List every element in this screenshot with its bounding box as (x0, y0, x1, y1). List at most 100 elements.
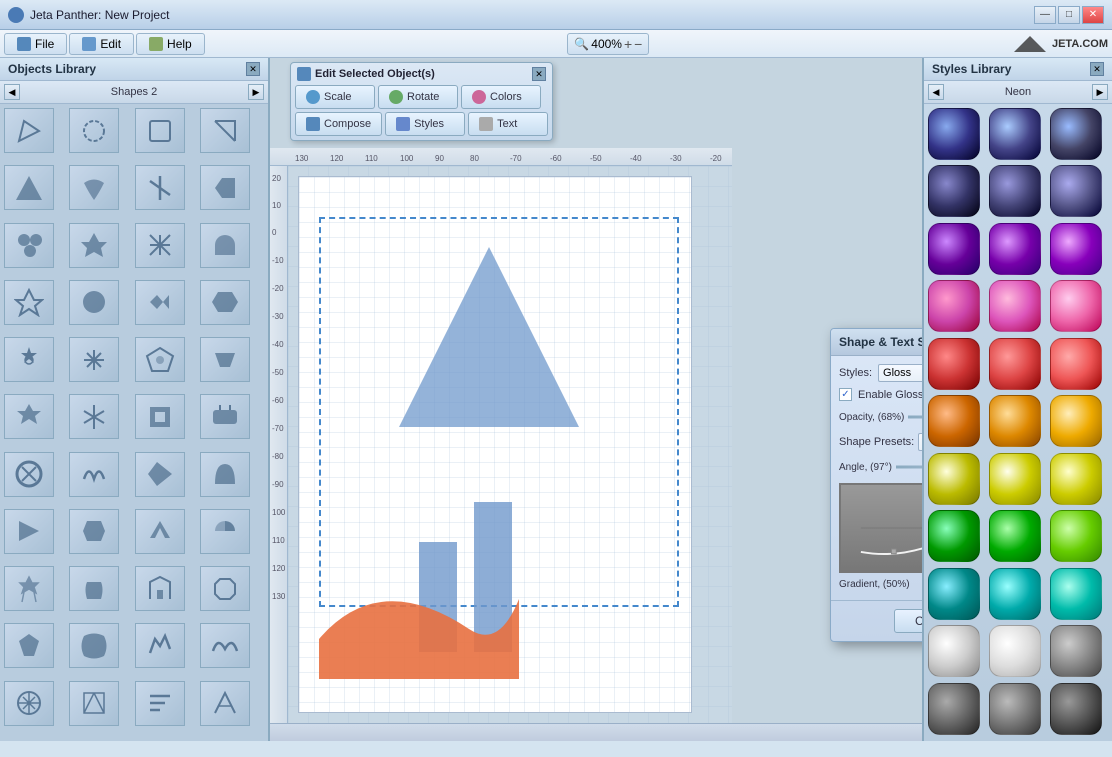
close-button[interactable]: Close (894, 609, 922, 633)
style-darkgray-2[interactable] (989, 683, 1041, 735)
shape-item[interactable] (135, 165, 185, 210)
zoom-minus-button[interactable]: − (634, 36, 642, 52)
style-blue-1[interactable] (928, 108, 980, 160)
shape-item[interactable] (135, 337, 185, 382)
shape-item[interactable] (200, 566, 250, 611)
style-purple-3[interactable] (1050, 223, 1102, 275)
rotate-button[interactable]: Rotate (378, 85, 458, 109)
shape-item[interactable] (135, 566, 185, 611)
objects-library-close-button[interactable]: ✕ (246, 62, 260, 76)
style-darkgray-1[interactable] (928, 683, 980, 735)
style-orange-2[interactable] (989, 395, 1041, 447)
style-orange-1[interactable] (928, 395, 980, 447)
style-red-3[interactable] (1050, 338, 1102, 390)
style-pink-2[interactable] (989, 280, 1041, 332)
shape-item[interactable] (135, 509, 185, 554)
shape-item[interactable] (135, 681, 185, 726)
styles-button[interactable]: Styles (385, 112, 465, 136)
enable-gloss-checkbox[interactable]: ✓ (839, 388, 852, 401)
style-purple-1[interactable] (928, 223, 980, 275)
shape-item[interactable] (69, 623, 119, 668)
shape-item[interactable] (4, 452, 54, 497)
scale-button[interactable]: Scale (295, 85, 375, 109)
shape-item[interactable] (200, 280, 250, 325)
shape-item[interactable] (4, 223, 54, 268)
shape-item[interactable] (135, 280, 185, 325)
style-dark[interactable] (1050, 683, 1102, 735)
maximize-button[interactable]: □ (1058, 6, 1080, 24)
style-green-3[interactable] (1050, 510, 1102, 562)
shape-item[interactable] (135, 223, 185, 268)
shape-item[interactable] (200, 623, 250, 668)
styles-library-prev-button[interactable]: ◀ (928, 84, 944, 100)
style-cyan-2[interactable] (989, 568, 1041, 620)
style-purple-2[interactable] (989, 223, 1041, 275)
objects-library-next-button[interactable]: ▶ (248, 84, 264, 100)
colors-button[interactable]: Colors (461, 85, 541, 109)
presets-select[interactable]: Custom (918, 433, 922, 451)
style-blue-2[interactable] (989, 108, 1041, 160)
angle-slider[interactable] (896, 457, 922, 477)
shape-item[interactable] (200, 681, 250, 726)
shape-item[interactable] (135, 394, 185, 439)
menu-help[interactable]: Help (136, 33, 205, 55)
shape-item[interactable] (69, 452, 119, 497)
style-darkblue-2[interactable] (989, 165, 1041, 217)
shape-item[interactable] (135, 452, 185, 497)
style-cyan-1[interactable] (928, 568, 980, 620)
style-red-1[interactable] (928, 338, 980, 390)
style-gray[interactable] (1050, 625, 1102, 677)
shape-item[interactable] (69, 280, 119, 325)
shape-item[interactable] (69, 165, 119, 210)
shape-item[interactable] (69, 394, 119, 439)
curve-preview[interactable] (839, 483, 922, 573)
shape-item[interactable] (4, 566, 54, 611)
edit-toolbar-close-button[interactable]: ✕ (532, 67, 546, 81)
style-red-2[interactable] (989, 338, 1041, 390)
shape-item[interactable] (200, 165, 250, 210)
shape-item[interactable] (200, 452, 250, 497)
style-darkblue-3[interactable] (1050, 165, 1102, 217)
style-darkblue-1[interactable] (928, 165, 980, 217)
canvas-content[interactable] (288, 166, 732, 723)
shape-item[interactable] (200, 108, 250, 153)
shape-item[interactable] (69, 223, 119, 268)
style-yellow-1[interactable] (928, 453, 980, 505)
style-yellow-3[interactable] (1050, 453, 1102, 505)
shape-item[interactable] (135, 623, 185, 668)
menu-file[interactable]: File (4, 33, 67, 55)
style-magenta[interactable] (1050, 280, 1102, 332)
text-button[interactable]: Text (468, 112, 548, 136)
style-blue-3[interactable] (1050, 108, 1102, 160)
shape-item[interactable] (4, 165, 54, 210)
styles-library-close-button[interactable]: ✕ (1090, 62, 1104, 76)
styles-select[interactable]: Gloss (878, 364, 922, 382)
shape-item[interactable] (4, 509, 54, 554)
shape-item[interactable] (4, 280, 54, 325)
shape-item[interactable] (200, 223, 250, 268)
shape-item[interactable] (4, 337, 54, 382)
style-yellow-2[interactable] (989, 453, 1041, 505)
compose-button[interactable]: Compose (295, 112, 382, 136)
shape-item[interactable] (4, 623, 54, 668)
shape-item[interactable] (69, 566, 119, 611)
shape-item[interactable] (69, 509, 119, 554)
close-button[interactable]: ✕ (1082, 6, 1104, 24)
shape-item[interactable] (200, 394, 250, 439)
menu-edit[interactable]: Edit (69, 33, 134, 55)
style-pink-1[interactable] (928, 280, 980, 332)
style-green-1[interactable] (928, 510, 980, 562)
minimize-button[interactable]: — (1034, 6, 1056, 24)
style-white-2[interactable] (989, 625, 1041, 677)
shape-item[interactable] (4, 681, 54, 726)
opacity-slider[interactable] (908, 407, 922, 427)
style-teal[interactable] (1050, 568, 1102, 620)
shape-item[interactable] (69, 681, 119, 726)
shape-item[interactable] (4, 108, 54, 153)
style-orange-3[interactable] (1050, 395, 1102, 447)
styles-library-next-button[interactable]: ▶ (1092, 84, 1108, 100)
shape-item[interactable] (4, 394, 54, 439)
style-white-1[interactable] (928, 625, 980, 677)
zoom-plus-button[interactable]: + (624, 36, 632, 52)
shape-item[interactable] (200, 337, 250, 382)
